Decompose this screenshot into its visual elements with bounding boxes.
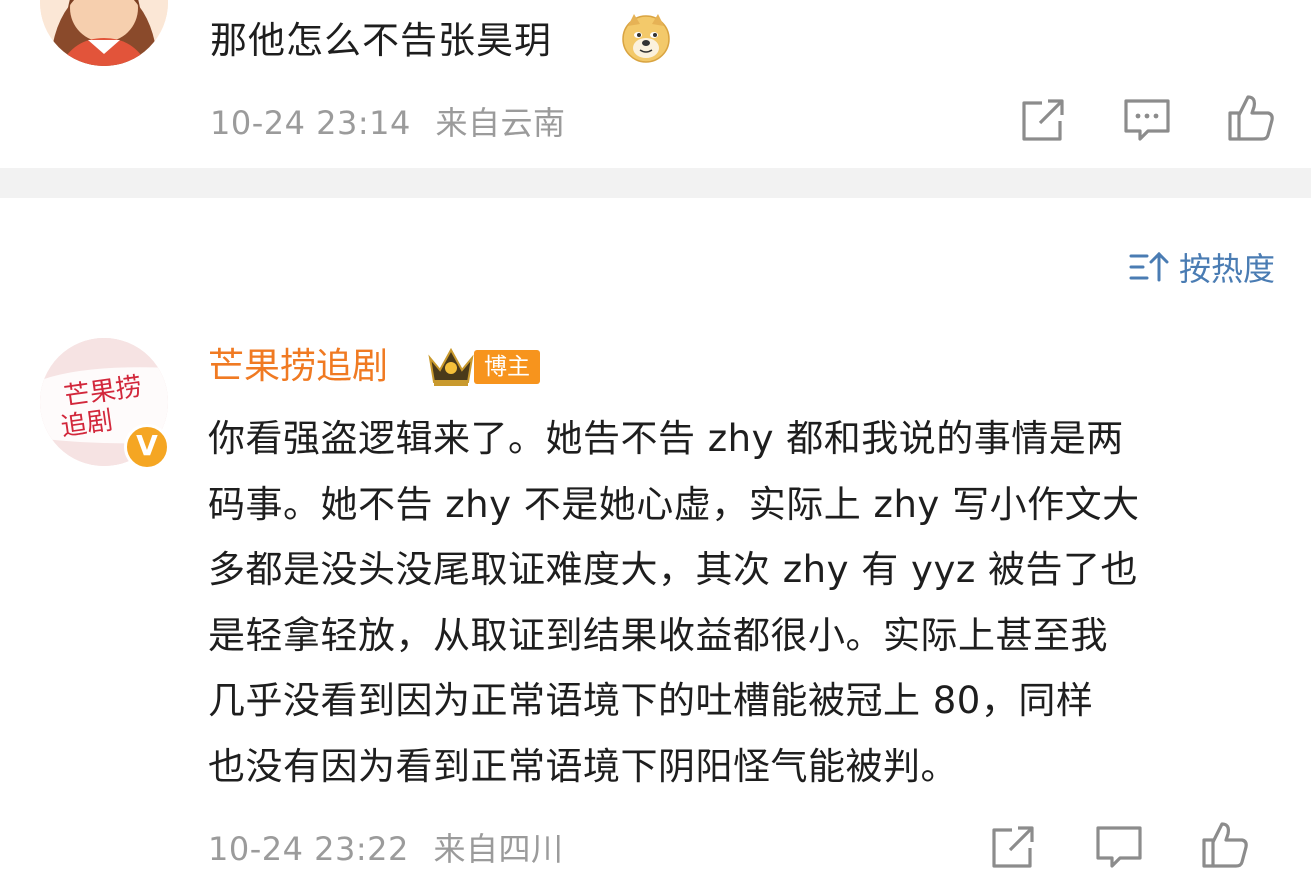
like-icon[interactable] [1200, 820, 1250, 870]
comment-time: 10-24 23:14 [210, 104, 411, 142]
user-avatar[interactable] [40, 0, 168, 66]
username[interactable]: 芒果捞追剧 [208, 340, 388, 394]
comment-line: 码事。她不告 zhy 不是她心虚，实际上 zhy 写小作文大 [208, 482, 1140, 526]
comment-line: 也没有因为看到正常语境下阴阳怪气能被判。 [208, 744, 958, 788]
verified-icon: V [124, 424, 170, 470]
comment-text: 你看强盗逻辑来了。她告不告 zhy 都和我说的事情是两 码事。她不告 zhy 不… [208, 406, 1288, 799]
doge-emoji-icon [620, 12, 672, 64]
comment-location: 来自四川 [433, 830, 564, 868]
share-icon[interactable] [988, 822, 1038, 872]
crown-icon [426, 344, 476, 388]
comment-icon[interactable] [1094, 822, 1144, 872]
comment-icon[interactable] [1122, 95, 1172, 145]
comment-line: 是轻拿轻放，从取证到结果收益都很小。实际上甚至我 [208, 613, 1108, 657]
sort-button[interactable]: 按热度 [1129, 244, 1275, 290]
sort-label: 按热度 [1178, 250, 1275, 288]
comment-time: 10-24 23:22 [208, 830, 409, 868]
comment-meta: 10-24 23:14 来自云南 [210, 98, 566, 144]
comment-text: 那他怎么不告张昊玥 [210, 19, 552, 62]
sort-icon [1129, 250, 1169, 284]
comment-location: 来自云南 [435, 104, 566, 142]
comment-meta: 10-24 23:22 来自四川 [208, 824, 564, 870]
comment-line: 几乎没看到因为正常语境下的吐槽能被冠上 80，同样 [208, 679, 1094, 722]
blogger-badge: 博主 [474, 350, 540, 384]
section-divider [0, 168, 1311, 198]
share-icon[interactable] [1018, 95, 1068, 145]
comment-line: 多都是没头没尾取证难度大，其次 zhy 有 yyz 被告了也 [208, 548, 1139, 591]
like-icon[interactable] [1226, 93, 1276, 143]
comment-line: 你看强盗逻辑来了。她告不告 zhy 都和我说的事情是两 [208, 417, 1124, 460]
